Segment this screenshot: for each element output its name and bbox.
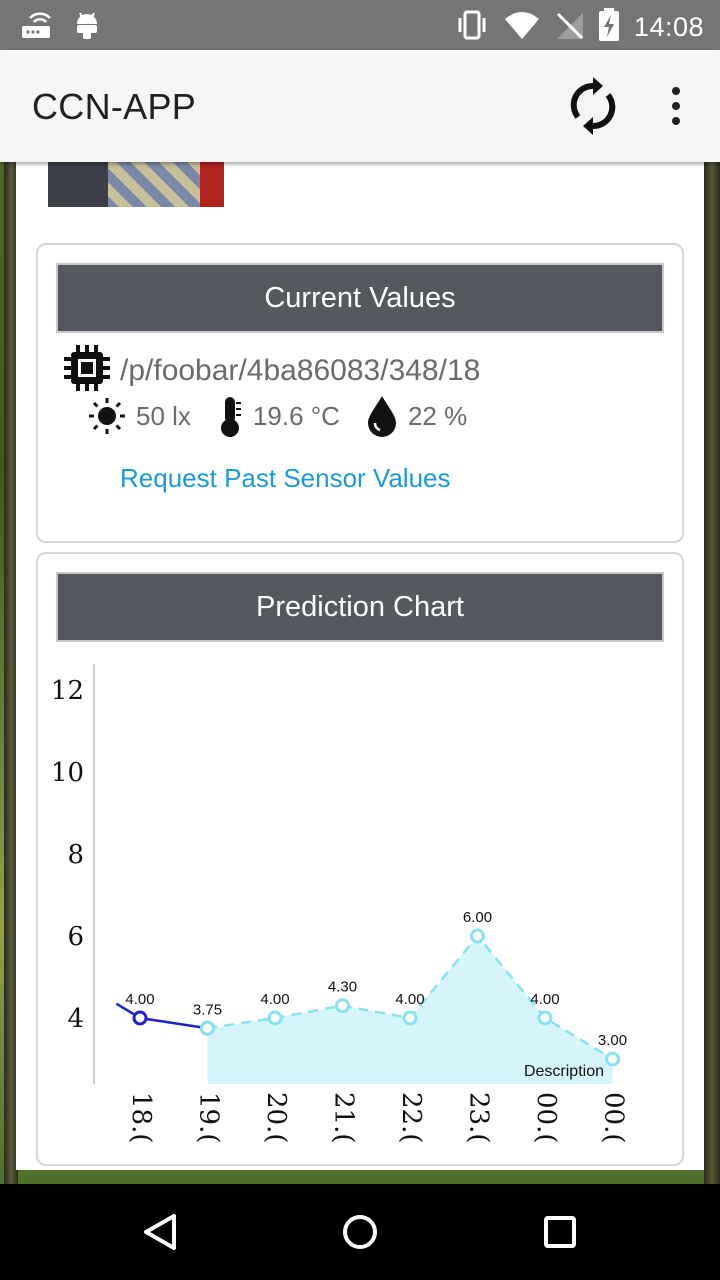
y-tick-label: 12 — [51, 676, 84, 706]
data-point — [132, 1010, 148, 1026]
data-label: 6.00 — [463, 909, 492, 926]
sensor-path: /p/foobar/4ba86083/348/18 — [120, 353, 481, 387]
battery-charging-icon — [598, 8, 620, 47]
data-label: 3.75 — [193, 1001, 222, 1018]
data-label: 4.00 — [395, 991, 424, 1008]
request-past-values-link[interactable]: Request Past Sensor Values — [120, 463, 450, 494]
app-bar: CCN-APP — [0, 50, 720, 162]
x-tick-label: 18.( — [126, 1092, 156, 1144]
data-label: 4.00 — [260, 991, 289, 1008]
water-drop-icon — [367, 396, 396, 437]
wifi-icon — [504, 10, 540, 45]
temperature-value: 19.6 °C — [252, 400, 340, 431]
current-values-header: Current Values — [56, 263, 664, 333]
data-point — [470, 928, 485, 944]
recents-icon — [544, 1216, 576, 1248]
sensor-readings: 50 lx 19.6 °C 22 % — [88, 395, 493, 437]
series-area-fill — [207, 936, 613, 1084]
home-icon — [343, 1215, 377, 1249]
x-tick-label: 21.( — [329, 1092, 359, 1144]
x-tick-label: 00.( — [599, 1092, 629, 1144]
prediction-chart-card: Prediction Chart 12 10 8 6 4 4.00 3.75 4.00 4.30… — [36, 552, 684, 1166]
data-point — [200, 1020, 215, 1036]
chip-icon — [62, 343, 112, 398]
humidity-reading: 22 % — [366, 395, 467, 437]
y-tick-label: 10 — [51, 758, 84, 788]
data-point — [605, 1051, 620, 1067]
y-tick-label: 6 — [67, 922, 84, 952]
x-tick-label: 23.( — [464, 1092, 494, 1144]
sync-icon — [570, 77, 616, 135]
y-tick-label: 8 — [67, 840, 84, 870]
home-button[interactable] — [340, 1212, 380, 1252]
app-title: CCN-APP — [32, 86, 197, 127]
data-label: 4.00 — [530, 991, 559, 1008]
humidity-value: 22 % — [407, 400, 468, 431]
temperature-reading: 19.6 °C — [217, 395, 340, 437]
recents-button[interactable] — [540, 1212, 580, 1252]
no-sim-icon — [554, 10, 584, 45]
data-label: 4.30 — [328, 979, 357, 996]
navigation-bar — [0, 1184, 720, 1280]
overflow-menu-button[interactable] — [660, 78, 692, 134]
data-label: 4.00 — [125, 991, 154, 1008]
light-value: 50 lx — [136, 400, 191, 431]
status-bar: 14:08 — [0, 0, 720, 50]
data-point — [267, 1010, 283, 1026]
x-tick-label: 00.( — [531, 1092, 561, 1144]
camera-image — [48, 162, 224, 207]
status-time: 14:08 — [633, 12, 704, 42]
prediction-chart-header: Prediction Chart — [56, 572, 664, 642]
sensor-row: /p/foobar/4ba86083/348/18 — [62, 343, 480, 398]
router-icon — [20, 10, 52, 45]
android-icon — [74, 10, 100, 45]
data-label: 3.00 — [598, 1032, 627, 1049]
y-tick-label: 4 — [67, 1004, 84, 1034]
x-tick-label: 20.( — [261, 1092, 291, 1144]
prediction-chart: 12 10 8 6 4 4.00 3.75 4.00 4.30 4.00 6.00 4.00 3.00 D… — [51, 664, 629, 1144]
vibrate-icon — [454, 9, 490, 46]
sync-button[interactable] — [564, 74, 622, 138]
back-button[interactable] — [140, 1212, 180, 1252]
data-point — [402, 1010, 418, 1026]
current-values-card: Current Values /p/foobar/4ba86083/348/18 — [36, 243, 684, 543]
x-tick-label: 22.( — [396, 1092, 426, 1144]
thermometer-icon — [220, 397, 241, 437]
content-panel: Current Values /p/foobar/4ba86083/348/18 — [16, 162, 704, 1170]
light-reading: 50 lx — [88, 397, 191, 435]
back-icon — [144, 1214, 176, 1250]
overflow-icon — [672, 87, 680, 95]
sun-icon — [89, 398, 125, 434]
data-point — [335, 998, 350, 1014]
x-tick-label: 19.( — [194, 1092, 224, 1144]
chart-description: Description — [524, 1063, 604, 1080]
data-point — [537, 1010, 553, 1026]
